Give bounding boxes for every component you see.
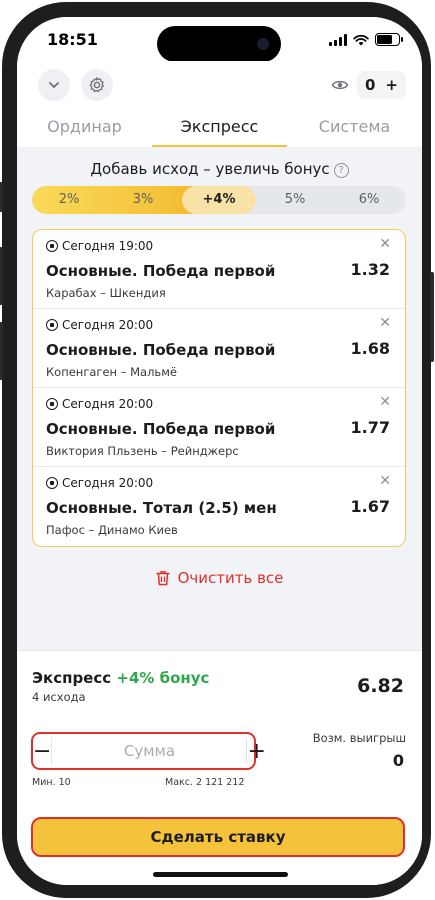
counter-value: 0 — [364, 76, 376, 94]
chevron-down-icon — [49, 82, 59, 88]
slip-bonus: +4% бонус — [116, 669, 210, 687]
event-odds: 1.67 — [350, 497, 390, 516]
clear-all-label: Очистить все — [177, 569, 284, 587]
counter-plus-button[interactable]: + — [385, 76, 398, 94]
screen: 18:51 0 + Ординар Экспресс Система Добав… — [17, 17, 422, 885]
stake-input[interactable] — [51, 738, 248, 764]
close-icon[interactable]: ✕ — [379, 236, 391, 252]
close-icon[interactable]: ✕ — [379, 394, 391, 410]
battery-icon — [375, 33, 403, 46]
event-market: Основные. Победа первой — [46, 341, 276, 359]
phone-button-action — [0, 182, 3, 212]
tab-single[interactable]: Ординар — [17, 111, 152, 147]
bonus-level-6: 6% — [358, 192, 380, 207]
bet-type-tabs: Ординар Экспресс Система — [17, 111, 422, 147]
home-indicator[interactable] — [153, 872, 288, 877]
phone-button-volume-up — [0, 247, 3, 305]
selection-item[interactable]: Сегодня 20:00 ✕ Основные. Тотал (2.5) ме… — [33, 467, 405, 546]
event-odds: 1.68 — [350, 339, 390, 358]
selection-item[interactable]: Сегодня 20:00 ✕ Основные. Победа первой … — [33, 388, 405, 467]
gear-icon — [89, 77, 105, 93]
football-icon — [46, 240, 58, 252]
potential-win-value: 0 — [392, 751, 404, 770]
collapse-button[interactable] — [38, 69, 70, 101]
min-stake: Мин. 10 — [32, 777, 71, 788]
stake-stepper: − + — [31, 732, 266, 770]
bonus-level-5: 5% — [284, 192, 306, 207]
selection-item[interactable]: Сегодня 19:00 ✕ Основные. Победа первой … — [33, 230, 405, 309]
stake-minus-button[interactable]: − — [33, 734, 51, 768]
event-teams: Копенгаген – Мальмё — [46, 365, 177, 379]
event-market: Основные. Победа первой — [46, 262, 276, 280]
selection-item[interactable]: Сегодня 20:00 ✕ Основные. Победа первой … — [33, 309, 405, 388]
selections-card: Сегодня 19:00 ✕ Основные. Победа первой … — [32, 229, 406, 547]
bonus-title-text: Добавь исход – увеличь бонус — [90, 160, 330, 178]
bonus-level-current: +4% — [182, 186, 256, 214]
dynamic-island — [157, 26, 281, 62]
event-teams: Пафос – Динамо Киев — [46, 523, 178, 537]
bonus-progress: 2% 3% +4% 5% 6% — [32, 186, 406, 214]
event-teams: Виктория Пльзень – Рейнджерс — [46, 444, 239, 458]
football-icon — [46, 319, 58, 331]
bonus-title: Добавь исход – увеличь бонус? — [17, 160, 422, 178]
slip-count: 4 исхода — [32, 690, 86, 704]
event-odds: 1.32 — [350, 260, 390, 279]
counter-box[interactable]: 0 + — [356, 71, 406, 99]
status-icons — [329, 33, 403, 46]
event-odds: 1.77 — [350, 418, 390, 437]
close-icon[interactable]: ✕ — [379, 315, 391, 331]
status-bar: 18:51 — [17, 17, 422, 62]
event-time-text: Сегодня 19:00 — [62, 239, 154, 253]
cellular-signal-icon — [329, 33, 347, 46]
event-time: Сегодня 20:00 — [46, 397, 153, 411]
event-time-text: Сегодня 20:00 — [62, 476, 154, 490]
event-teams: Карабах – Шкендия — [46, 286, 166, 300]
bonus-level-3: 3% — [132, 192, 154, 207]
clear-all-button[interactable]: Очистить все — [17, 569, 422, 587]
help-icon[interactable]: ? — [333, 163, 349, 178]
event-time-text: Сегодня 20:00 — [62, 318, 154, 332]
visibility-counter: 0 + — [331, 69, 406, 101]
bonus-level-2: 2% — [58, 192, 80, 207]
football-icon — [46, 477, 58, 489]
event-market: Основные. Тотал (2.5) мен — [46, 499, 277, 517]
event-time-text: Сегодня 20:00 — [62, 397, 154, 411]
phone-button-power — [430, 272, 434, 362]
camera-lens — [257, 38, 269, 50]
settings-button[interactable] — [81, 69, 113, 101]
status-time: 18:51 — [47, 30, 98, 49]
eye-icon[interactable] — [331, 78, 349, 92]
event-time: Сегодня 19:00 — [46, 239, 153, 253]
event-time: Сегодня 20:00 — [46, 476, 153, 490]
slip-title: Экспресс +4% бонус — [32, 669, 209, 687]
event-market: Основные. Победа первой — [46, 420, 276, 438]
tab-express[interactable]: Экспресс — [152, 111, 287, 147]
wifi-icon — [353, 34, 369, 45]
phone-frame: 18:51 0 + Ординар Экспресс Система Добав… — [0, 2, 434, 898]
place-bet-button[interactable]: Сделать ставку — [31, 817, 405, 857]
stake-plus-button[interactable]: + — [247, 734, 265, 768]
top-bar: 0 + — [17, 61, 422, 111]
close-icon[interactable]: ✕ — [379, 473, 391, 489]
bet-slip-sheet: Экспресс +4% бонус 4 исхода 6.82 − + Воз… — [17, 650, 422, 885]
potential-win-label: Возм. выигрыш — [312, 731, 406, 745]
total-odds: 6.82 — [357, 675, 404, 697]
football-icon — [46, 398, 58, 410]
trash-icon — [155, 571, 170, 586]
event-time: Сегодня 20:00 — [46, 318, 153, 332]
phone-button-volume-down — [0, 322, 3, 380]
tab-system[interactable]: Система — [287, 111, 422, 147]
max-stake: Макс. 2 121 212 — [165, 777, 245, 788]
slip-type: Экспресс — [32, 669, 112, 687]
